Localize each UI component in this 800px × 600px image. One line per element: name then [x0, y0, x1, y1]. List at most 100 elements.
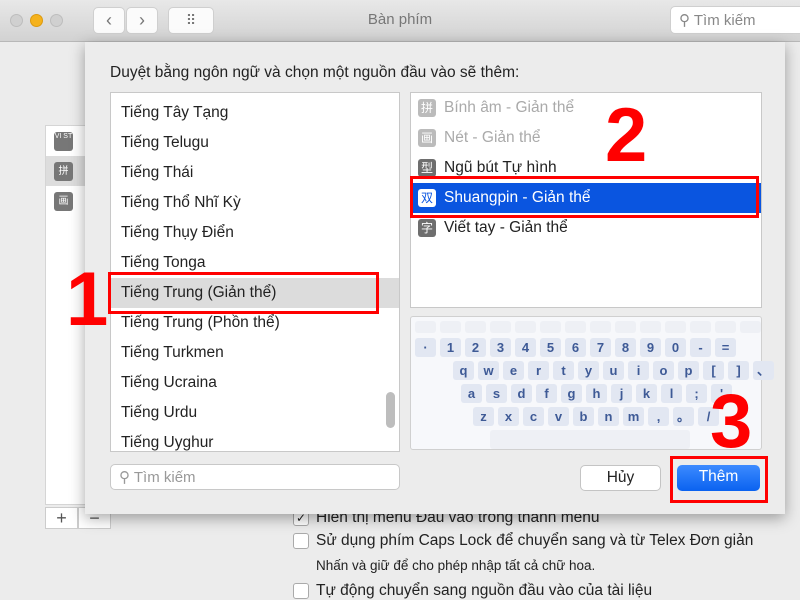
key: 7 [590, 338, 611, 357]
key [665, 321, 686, 333]
language-item[interactable]: Tiếng Urdu [111, 398, 399, 428]
language-list-scrollbar[interactable] [386, 392, 395, 428]
annotation-step-2: 2 [605, 93, 648, 178]
key: o [653, 361, 674, 380]
auto-switch-label: Tự động chuyển sang nguồn đầu vào của tà… [316, 582, 653, 599]
key: n [598, 407, 619, 426]
key: ; [686, 384, 707, 403]
language-item[interactable]: Tiếng Uyghur [111, 428, 399, 451]
input-source-label: Ngũ bút Tự hình [444, 159, 557, 176]
key: · [415, 338, 436, 357]
key: b [573, 407, 594, 426]
key: t [553, 361, 574, 380]
key: - [690, 338, 711, 357]
key [690, 321, 711, 333]
language-item[interactable]: Tiếng Tây Tạng [111, 98, 399, 128]
key: r [528, 361, 549, 380]
space-key [490, 430, 690, 449]
key [565, 321, 586, 333]
key: j [611, 384, 632, 403]
key: 、 [753, 361, 774, 380]
language-item[interactable]: Tiếng Turkmen [111, 338, 399, 368]
key: q [453, 361, 474, 380]
key: 2 [465, 338, 486, 357]
key: p [678, 361, 699, 380]
input-source-icon: 型 [418, 159, 436, 177]
input-source-icon: 画 [418, 129, 436, 147]
key: k [636, 384, 657, 403]
vietnamese-icon: VI ST [54, 132, 73, 151]
key: g [561, 384, 582, 403]
input-source-label: Viết tay - Giản thể [444, 219, 568, 236]
key [615, 321, 636, 333]
input-source-icon: 字 [418, 219, 436, 237]
key: c [523, 407, 544, 426]
key [490, 321, 511, 333]
key [415, 321, 436, 333]
key: w [478, 361, 499, 380]
key: l [661, 384, 682, 403]
input-source-item[interactable]: 拼 Bính âm - Giản thể [411, 93, 761, 123]
language-item[interactable]: Tiếng Thổ Nhĩ Kỳ [111, 188, 399, 218]
key: a [461, 384, 482, 403]
key [515, 321, 536, 333]
caps-lock-hint: Nhấn và giữ để cho phép nhập tất cả chữ … [316, 558, 596, 573]
keyboard-row: a s d f g h j k l; ' [461, 384, 732, 403]
annotation-step-3: 3 [710, 379, 753, 464]
key [740, 321, 761, 333]
key: 8 [615, 338, 636, 357]
key: 5 [540, 338, 561, 357]
caps-lock-checkbox[interactable] [293, 533, 309, 549]
key: 。 [673, 407, 694, 426]
key: x [498, 407, 519, 426]
keyboard-row: z x c v b n m,。 / [473, 407, 719, 426]
key [715, 321, 736, 333]
language-search-input[interactable]: ⚲ Tìm kiếm [110, 464, 400, 490]
window-search-input[interactable]: ⚲ Tìm kiếm [670, 6, 800, 34]
key: 3 [490, 338, 511, 357]
input-source-icon: 拼 [418, 99, 436, 117]
keyboard-row: · 1 2 3 4 5 6 7 8 9 0- = [415, 338, 736, 357]
language-item[interactable]: Tiếng Telugu [111, 128, 399, 158]
key [540, 321, 561, 333]
function-key-row [415, 321, 761, 333]
key: u [603, 361, 624, 380]
input-source-label: Bính âm - Giản thể [444, 99, 575, 116]
search-icon: ⚲ [119, 469, 134, 486]
input-source-label: Nét - Giản thể [444, 129, 541, 146]
key: h [586, 384, 607, 403]
caps-lock-label: Sử dụng phím Caps Lock để chuyển sang và… [316, 532, 754, 549]
keyboard-row: q w e r t y u i o p[]、 [453, 361, 774, 380]
key: 4 [515, 338, 536, 357]
key: d [511, 384, 532, 403]
key: 6 [565, 338, 586, 357]
key: 1 [440, 338, 461, 357]
key [465, 321, 486, 333]
input-source-item[interactable]: 画 Nét - Giản thể [411, 123, 761, 153]
pinyin-icon: 拼 [54, 162, 73, 181]
key: y [578, 361, 599, 380]
key: f [536, 384, 557, 403]
key [640, 321, 661, 333]
key [440, 321, 461, 333]
key: s [486, 384, 507, 403]
key: = [715, 338, 736, 357]
key: 0 [665, 338, 686, 357]
key: z [473, 407, 494, 426]
key: v [548, 407, 569, 426]
annotation-step-1: 1 [66, 257, 109, 342]
key: i [628, 361, 649, 380]
language-item[interactable]: Tiếng Ucraina [111, 368, 399, 398]
key: m [623, 407, 644, 426]
auto-switch-checkbox[interactable] [293, 583, 309, 599]
cancel-button[interactable]: Hủy [580, 465, 661, 491]
add-source-button[interactable]: + [45, 507, 78, 529]
key: [ [703, 361, 724, 380]
annotation-box-2 [410, 176, 759, 218]
language-item[interactable]: Tiếng Thái [111, 158, 399, 188]
key: , [648, 407, 669, 426]
search-icon: ⚲ [679, 12, 694, 29]
space-row [415, 430, 690, 449]
language-item[interactable]: Tiếng Thụy Điển [111, 218, 399, 248]
sheet-prompt: Duyệt bằng ngôn ngữ và chọn một nguồn đầ… [110, 64, 520, 81]
